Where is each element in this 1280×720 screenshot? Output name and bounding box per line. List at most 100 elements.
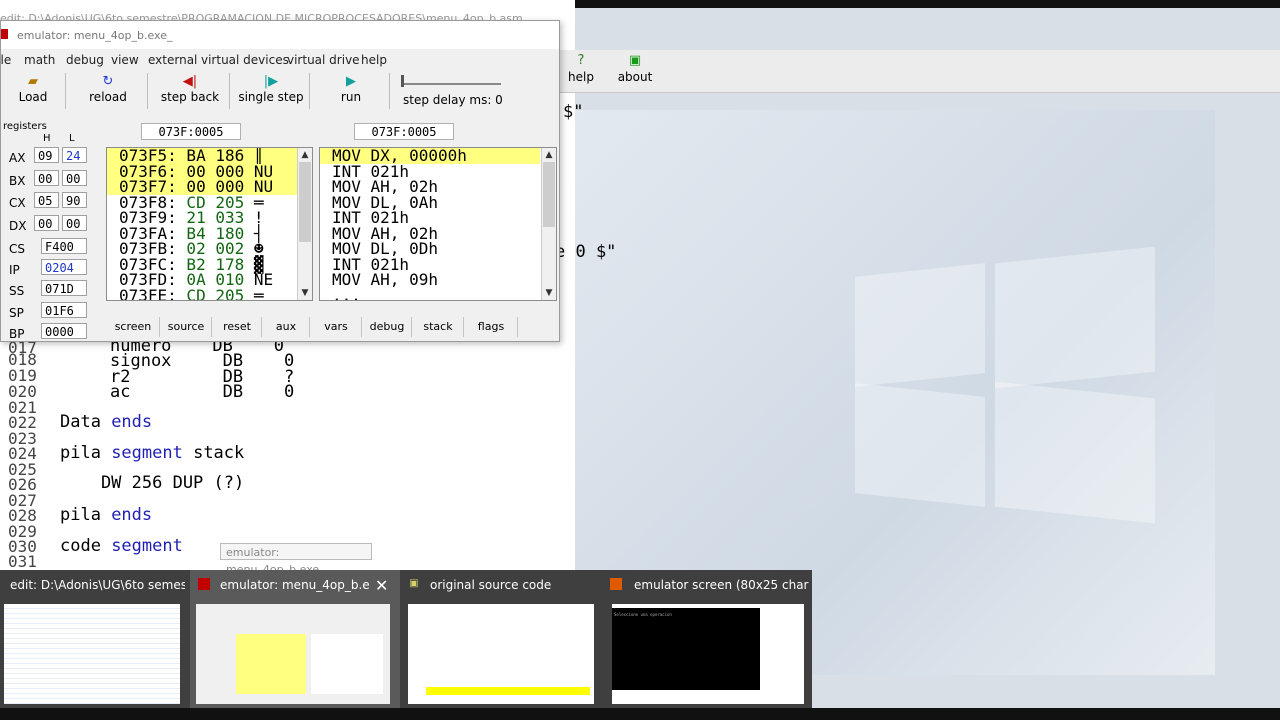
help-button[interactable]: ? help [563,54,599,88]
memory-char: ═ [253,285,264,301]
about-button[interactable]: ▣ about [615,54,655,88]
memory-address-input[interactable]: 073F:0005 [141,123,241,140]
memory-address: 073FE: [119,285,177,301]
register-value[interactable]: 01F6 [41,302,87,318]
disasm-address-input[interactable]: 073F:0005 [354,123,454,140]
keyword: ends [111,412,153,432]
thumbnail-title: original source code [430,578,552,592]
emulator-titlebar[interactable]: emulator: menu_4op_b.exe_ [1,21,559,49]
debug-button[interactable]: debug [363,317,412,337]
play-icon: ▶ [346,74,356,89]
stack-button[interactable]: stack [413,317,464,337]
slider-thumb[interactable] [401,75,404,87]
close-icon[interactable]: ✕ [375,576,388,595]
register-name: SS [9,284,25,298]
app-icon [610,578,622,590]
register-name: IP [9,263,20,277]
disasm-scrollbar[interactable]: ▲ ▼ [541,148,556,300]
register-low[interactable]: 00 [62,170,87,186]
slider-track [401,83,501,85]
run-label: run [340,90,362,104]
menu-help[interactable]: help [361,53,387,67]
load-button[interactable]: ▰ Load [1,73,66,109]
register-low[interactable]: 24 [62,147,87,163]
emulator-window[interactable]: emulator: menu_4op_b.exe_ file math debu… [0,20,560,342]
code-line: Data ends [60,413,152,431]
register-value[interactable]: F400 [41,238,87,254]
memory-list[interactable]: 073F5: BA 186 ║ 073F6: 00 000 NU 073F7: … [106,147,313,301]
high-byte-label: H [43,133,51,144]
scroll-thumb[interactable] [299,162,311,242]
menu-math[interactable]: math [24,53,55,67]
run-button[interactable]: ▶ run [313,73,390,109]
step-back-button[interactable]: ◀| step back [151,73,230,109]
screen-button[interactable]: screen [107,317,160,337]
flags-button[interactable]: flags [465,317,518,337]
scroll-down-icon[interactable]: ▼ [542,286,556,300]
step-icon: |▶ [263,74,279,89]
single-step-label: single step [238,90,304,104]
thumbnail-title: edit: D:\Adonis\UG\6to semestr... [10,578,185,592]
step-back-label: step back [160,90,220,104]
emulator-menubar: file math debug view external virtual de… [0,49,559,71]
register-high[interactable]: 00 [34,215,59,231]
thumbnail-emulator[interactable]: emulator: menu_4op_b.e... ✕ [190,570,400,708]
register-value[interactable]: 0204 [41,259,87,275]
thumbnail-title: emulator screen (80x25 chars) [634,578,809,592]
disasm-row[interactable]: ... [320,287,540,300]
single-step-button[interactable]: |▶ single step [233,73,310,109]
thumbnail-editor[interactable]: edit: D:\Adonis\UG\6to semestr... [0,570,190,708]
register-low[interactable]: 00 [62,215,87,231]
vars-button[interactable]: vars [311,317,362,337]
windows-logo-pane [995,381,1155,524]
code-fragment: $" [563,102,584,122]
menu-file[interactable]: file [0,53,11,67]
reload-button[interactable]: ↻ reload [69,73,148,109]
thumbnail-preview: Seleccione una operacion [612,604,804,704]
menu-view[interactable]: view [111,53,139,67]
code-line: code segment [60,537,183,555]
code-line: pila ends [60,506,152,524]
aux-button[interactable]: aux [263,317,310,337]
scroll-up-icon[interactable]: ▲ [298,148,312,162]
editor-toolbar: ? help ▣ about [555,50,1280,93]
chip-icon: ▣ [628,53,642,68]
menu-virtual-devices[interactable]: virtual devices [201,53,289,67]
windows-logo-pane [995,246,1155,389]
code-text: stack [182,443,245,463]
emulator-title: emulator: menu_4op_b.exe_ [17,29,173,42]
register-high[interactable]: 00 [34,170,59,186]
register-high[interactable]: 05 [34,192,59,208]
menu-virtual-drive[interactable]: virtual drive [287,53,360,67]
thumbnail-source[interactable]: ▣ original source code [400,570,600,708]
memory-scrollbar[interactable]: ▲ ▼ [297,148,312,300]
menu-external[interactable]: external [148,53,197,67]
step-delay-slider[interactable] [401,75,501,89]
source-button[interactable]: source [161,317,212,337]
reset-button[interactable]: reset [213,317,262,337]
memory-row[interactable]: 073FE: CD 205 ═ [107,285,309,301]
low-byte-label: L [69,133,75,144]
step-delay-label: step delay ms: 0 [403,93,503,107]
menu-debug[interactable]: debug [66,53,104,67]
disassembly-list[interactable]: MOV DX, 00000h INT 021h MOV AH, 02h MOV … [319,147,557,301]
help-label: help [568,70,594,84]
registers-label: registers [3,121,47,132]
thumbnail-preview [408,604,594,704]
reload-icon: ↻ [102,74,114,89]
register-low[interactable]: 90 [62,192,87,208]
code-line: ac DB 0 [110,382,295,402]
scroll-up-icon[interactable]: ▲ [542,148,556,162]
scroll-down-icon[interactable]: ▼ [298,286,312,300]
code-text: Data [60,412,112,432]
thumbnail-preview [196,604,390,704]
register-value[interactable]: 071D [41,280,87,296]
keyword: segment [111,443,183,463]
scroll-thumb[interactable] [543,162,555,227]
preview-console-text: Seleccione una operacion [614,612,672,617]
thumbnail-screen[interactable]: emulator screen (80x25 chars) Seleccione… [600,570,812,708]
preview-highlight [426,687,590,695]
reload-label: reload [89,90,127,104]
register-value[interactable]: 0000 [41,323,87,339]
register-high[interactable]: 09 [34,147,59,163]
